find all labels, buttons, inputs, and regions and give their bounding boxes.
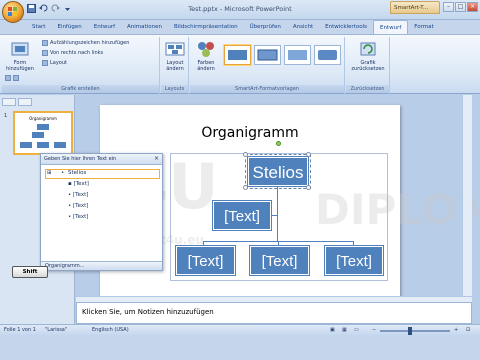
fit-slide-icon[interactable]: ⊡ (466, 327, 470, 333)
add-bullet-button[interactable]: Aufzählungszeichen hinzufügen (42, 40, 129, 46)
text-pane-item-2[interactable]: ▪ [Text] (68, 181, 89, 187)
status-theme: "Larissa" (45, 327, 68, 333)
status-language[interactable]: Englisch (USA) (92, 327, 129, 333)
slide-title[interactable]: Organigramm (100, 125, 400, 141)
tab-insert[interactable]: Einfügen (51, 20, 87, 35)
minimize-icon[interactable]: – (443, 2, 454, 12)
text-pane-footer[interactable]: Organigramm... (41, 261, 162, 270)
resize-handle[interactable] (306, 152, 311, 157)
window-controls: – □ × (443, 2, 478, 12)
notes-placeholder: Klicken Sie, um Notizen hinzuzufügen (82, 308, 214, 316)
rotation-handle[interactable] (276, 141, 281, 146)
group-label-smartart-styles: SmartArt-Formatvorlagen (190, 85, 344, 93)
zoom-out-icon[interactable]: − (372, 327, 376, 333)
text-pane-header: Geben Sie hier Ihren Text ein × (41, 154, 162, 165)
smartart-style-2[interactable] (254, 45, 281, 65)
group-label-layouts: Layouts (161, 85, 188, 93)
tab-developer[interactable]: Entwicklertools (319, 20, 373, 35)
notes-pane[interactable]: Klicken Sie, um Notizen hinzuzufügen (76, 302, 472, 324)
group-create-graphic: Form hinzufügen Aufzählungszeichen hinzu… (2, 37, 160, 94)
office-button[interactable] (2, 1, 24, 23)
colors-icon (198, 42, 214, 57)
text-pane-item-5[interactable]: • [Text] (68, 214, 88, 220)
text-pane-expand-icon[interactable]: ⊞ (47, 170, 52, 176)
tab-slides[interactable] (2, 98, 16, 106)
group-reset: Grafik zurücksetzen Zurücksetzen (346, 37, 390, 94)
reset-icon (360, 42, 376, 56)
ribbon-tabs: Start Einfügen Entwurf Animationen Bilds… (26, 20, 440, 35)
office-logo-icon (8, 7, 17, 16)
smartart-style-4[interactable] (314, 45, 341, 65)
org-node-child-2[interactable]: [Text] (250, 246, 309, 275)
ribbon: Form hinzufügen Aufzählungszeichen hinzu… (0, 34, 480, 94)
status-bar: Folie 1 von 1 "Larissa" Englisch (USA) ▣… (0, 324, 480, 336)
resize-handle[interactable] (243, 185, 248, 190)
tab-smartart-format[interactable]: Format (408, 20, 439, 35)
reset-graphic-button[interactable]: Grafik zurücksetzen (348, 40, 388, 72)
zoom-in-icon[interactable]: + (454, 327, 458, 333)
group-label-reset: Zurücksetzen (346, 85, 389, 93)
right-to-left-icon (42, 50, 48, 56)
group-smartart-styles: Farben ändern SmartArt-Formatvorlagen (190, 37, 345, 94)
smartart-style-1[interactable] (224, 45, 251, 65)
resize-handle[interactable] (243, 152, 248, 157)
thumbnail-chart (20, 124, 66, 148)
view-sorter-icon[interactable]: ▦ (342, 327, 347, 333)
layout-gallery-icon (165, 42, 185, 56)
org-node-top[interactable]: Stelios (245, 154, 311, 189)
close-icon[interactable]: × (467, 2, 478, 12)
org-node-child-3[interactable]: [Text] (325, 246, 383, 275)
zoom-slider[interactable] (380, 330, 450, 332)
slide-thumbnail[interactable]: Organigramm (13, 111, 73, 155)
text-pane-item-3[interactable]: • [Text] (68, 192, 88, 198)
text-pane-bullet: • (61, 170, 65, 176)
tab-slideshow[interactable]: Bildschirmpräsentation (168, 20, 244, 35)
promote-icon[interactable] (5, 75, 11, 81)
tab-design[interactable]: Entwurf (88, 20, 121, 35)
smartart-text-pane[interactable]: Geben Sie hier Ihren Text ein × ⊞ • Stel… (40, 153, 163, 271)
title-bar: Test.pptx - Microsoft PowerPoint SmartAr… (0, 0, 480, 23)
change-layout-button[interactable]: Layout ändern (163, 40, 187, 72)
view-normal-icon[interactable]: ▣ (330, 327, 335, 333)
add-shape-icon (11, 42, 29, 56)
background-strip (0, 336, 480, 360)
panel-tabs (2, 98, 32, 106)
org-node-child-1[interactable]: [Text] (176, 246, 235, 275)
group-label-create-graphic: Grafik erstellen (2, 85, 159, 93)
tab-start[interactable]: Start (26, 20, 51, 35)
status-slide-info: Folie 1 von 1 (4, 327, 36, 333)
zoom-slider-thumb[interactable] (408, 327, 412, 335)
close-text-pane-icon[interactable]: × (154, 155, 159, 162)
tab-review[interactable]: Überprüfen (244, 20, 287, 35)
maximize-icon[interactable]: □ (455, 2, 466, 12)
context-tab-smartart-tools: SmartArt-T... (390, 1, 440, 14)
smartart-style-3[interactable] (284, 45, 311, 65)
text-pane-item-4[interactable]: • [Text] (68, 203, 88, 209)
layout-icon (42, 60, 48, 66)
demote-icon[interactable] (13, 75, 19, 81)
resize-handle[interactable] (306, 185, 311, 190)
shift-key-overlay: Shift (12, 266, 48, 278)
change-colors-button[interactable]: Farben ändern (193, 40, 219, 72)
group-layouts: Layout ändern Layouts (161, 37, 189, 94)
text-pane-item-1[interactable]: Stelios (68, 170, 86, 176)
layout-dropdown[interactable]: Layout (42, 60, 67, 66)
org-node-assistant[interactable]: [Text] (213, 201, 271, 230)
add-shape-button[interactable]: Form hinzufügen (5, 40, 35, 72)
slide-number: 1 (4, 113, 8, 119)
tab-animations[interactable]: Animationen (121, 20, 168, 35)
tab-outline[interactable] (18, 98, 32, 106)
tab-smartart-design[interactable]: Entwurf (372, 20, 409, 35)
vertical-scrollbar[interactable] (462, 95, 472, 296)
view-slideshow-icon[interactable]: ▭ (354, 327, 359, 333)
bullet-icon (42, 40, 48, 46)
level-buttons (5, 75, 19, 81)
right-to-left-button[interactable]: Von rechts nach links (42, 50, 103, 56)
tab-view[interactable]: Ansicht (287, 20, 319, 35)
